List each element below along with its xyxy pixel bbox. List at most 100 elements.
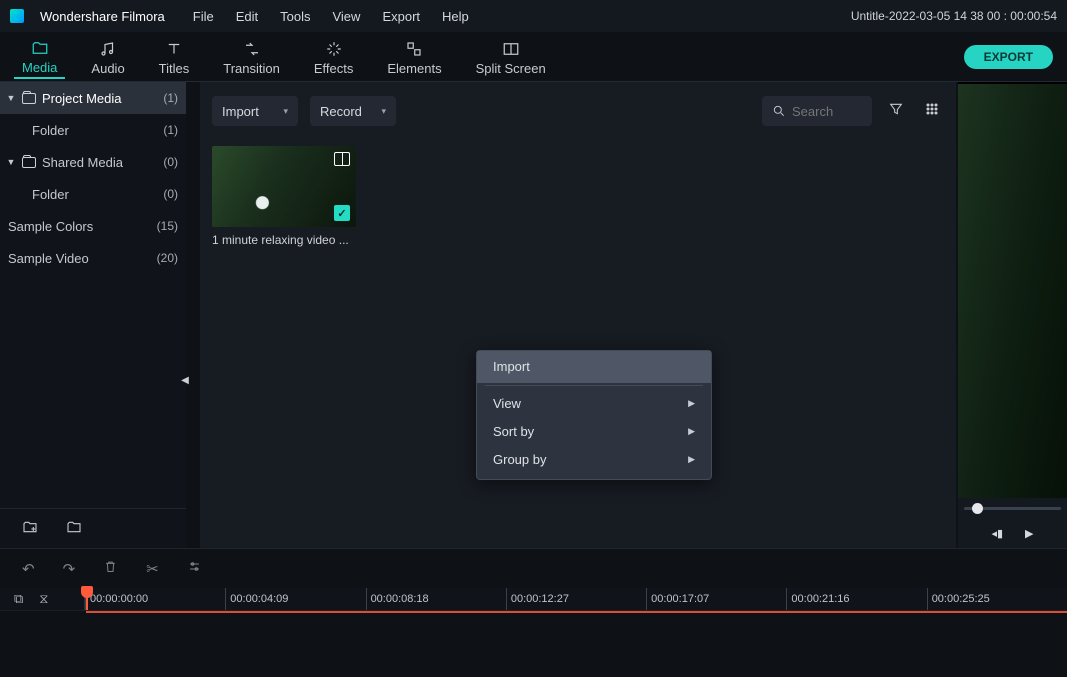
chevron-right-icon: ▶	[688, 398, 695, 409]
search-field[interactable]	[792, 104, 852, 119]
collapse-sidebar-handle[interactable]: ◀	[180, 360, 190, 400]
tab-titles[interactable]: Titles	[151, 36, 198, 78]
tab-audio-label: Audio	[91, 61, 124, 76]
sidebar-footer	[0, 508, 186, 548]
sidebar-item-folder[interactable]: Folder (0)	[0, 178, 186, 210]
redo-icon[interactable]: ↷	[63, 560, 76, 578]
tab-transition-label: Transition	[223, 61, 280, 76]
ctx-label: Group by	[493, 452, 546, 467]
chevron-right-icon: ▶	[688, 454, 695, 465]
record-dropdown[interactable]: Record ▾	[310, 96, 396, 126]
tool-tabs: Media Audio Titles Transition Effects El…	[0, 32, 1067, 82]
sidebar-item-count: (15)	[157, 219, 178, 233]
tab-elements-label: Elements	[387, 61, 441, 76]
record-label: Record	[320, 104, 362, 119]
sidebar-item-folder[interactable]: Folder (1)	[0, 114, 186, 146]
sidebar-item-label: Sample Colors	[8, 219, 93, 234]
context-menu: Import View ▶ Sort by ▶ Group by ▶	[476, 350, 712, 480]
slider-knob[interactable]	[972, 503, 983, 514]
add-track-icon[interactable]: ⧉	[14, 591, 23, 607]
sidebar-item-label: Folder	[32, 123, 69, 138]
add-folder-icon[interactable]	[22, 519, 38, 538]
sidebar-item-label: Folder	[32, 187, 69, 202]
adjust-icon[interactable]	[187, 559, 202, 578]
elements-icon	[405, 40, 423, 58]
sidebar-item-label: Project Media	[42, 91, 121, 106]
chevron-down-icon: ▾	[381, 106, 386, 117]
title-bar: Wondershare Filmora File Edit Tools View…	[0, 0, 1067, 32]
link-icon[interactable]: ⧖	[39, 591, 48, 607]
time-mark: 00:00:21:16	[786, 588, 926, 610]
splitscreen-icon	[502, 40, 520, 58]
app-logo	[10, 9, 24, 23]
video-badge-icon	[334, 152, 350, 166]
tab-effects[interactable]: Effects	[306, 36, 362, 78]
library-toolbar: Import▾ Record ▾	[200, 94, 956, 128]
document-title: Untitle-2022-03-05 14 38 00 : 00:00:54	[851, 9, 1057, 23]
ctx-import[interactable]: Import	[477, 351, 711, 383]
timeline-selection-bar	[86, 611, 1067, 613]
sidebar-item-count: (1)	[163, 91, 178, 105]
chevron-down-icon: ▼	[6, 157, 16, 167]
timeline-marks[interactable]: 00:00:00:00 00:00:04:09 00:00:08:18 00:0…	[85, 588, 1067, 610]
play-icon[interactable]: ▶	[1025, 527, 1033, 540]
grid-view-icon[interactable]	[920, 97, 944, 125]
sidebar-item-sample-video[interactable]: Sample Video (20)	[0, 242, 186, 274]
tab-transition[interactable]: Transition	[215, 36, 288, 78]
menu-help[interactable]: Help	[442, 9, 469, 24]
media-thumbnail[interactable]: ✓ 1 minute relaxing video ...	[212, 146, 356, 247]
ctx-groupby[interactable]: Group by ▶	[477, 445, 711, 473]
export-button[interactable]: EXPORT	[964, 45, 1053, 69]
undo-icon[interactable]: ↶	[22, 560, 35, 578]
time-mark: 00:00:08:18	[366, 588, 506, 610]
tab-splitscreen[interactable]: Split Screen	[468, 36, 554, 78]
menu-edit[interactable]: Edit	[236, 9, 258, 24]
prev-frame-icon[interactable]: ◂▮	[991, 527, 1003, 540]
folder-icon	[22, 93, 36, 104]
app-title: Wondershare Filmora	[40, 9, 165, 24]
preview-frame	[958, 84, 1067, 498]
timeline: ↶ ↷ ✂ ⧉ ⧖ 00:00:00:00 00:00:04:09 00:00:…	[0, 548, 1067, 675]
sidebar-item-count: (20)	[157, 251, 178, 265]
time-mark: 00:00:17:07	[646, 588, 786, 610]
sidebar-item-sample-colors[interactable]: Sample Colors (15)	[0, 210, 186, 242]
search-input[interactable]	[762, 96, 872, 126]
tab-audio[interactable]: Audio	[83, 36, 132, 78]
menu-view[interactable]: View	[332, 9, 360, 24]
thumbnail-name: 1 minute relaxing video ...	[212, 233, 356, 247]
menu-file[interactable]: File	[193, 9, 214, 24]
time-mark: 00:00:04:09	[225, 588, 365, 610]
preview-panel: ◂▮ ▶	[958, 82, 1067, 548]
sidebar-item-shared-media[interactable]: ▼ Shared Media (0)	[0, 146, 186, 178]
menu-export[interactable]: Export	[382, 9, 420, 24]
search-icon	[772, 104, 786, 118]
sidebar-item-count: (1)	[163, 123, 178, 137]
sidebar-item-project-media[interactable]: ▼ Project Media (1)	[0, 82, 186, 114]
ctx-label: Import	[493, 359, 530, 374]
music-icon	[99, 40, 117, 58]
ctx-view[interactable]: View ▶	[477, 389, 711, 417]
tab-splitscreen-label: Split Screen	[476, 61, 546, 76]
timeline-tools: ↶ ↷ ✂	[0, 548, 1067, 588]
timeline-tracks[interactable]	[0, 610, 1067, 675]
tab-effects-label: Effects	[314, 61, 354, 76]
folder-icon[interactable]	[66, 519, 82, 538]
tab-elements[interactable]: Elements	[379, 36, 449, 78]
timeline-ruler-controls: ⧉ ⧖	[0, 588, 85, 610]
preview-controls: ◂▮ ▶	[958, 518, 1067, 548]
library-content[interactable]: ✓ 1 minute relaxing video ...	[200, 128, 956, 265]
thumbnail-image: ✓	[212, 146, 356, 227]
tab-media-label: Media	[22, 60, 57, 75]
timeline-ruler[interactable]: ⧉ ⧖ 00:00:00:00 00:00:04:09 00:00:08:18 …	[0, 588, 1067, 610]
delete-icon[interactable]	[103, 559, 118, 578]
filter-icon[interactable]	[884, 97, 908, 125]
split-icon[interactable]: ✂	[146, 560, 159, 578]
preview-slider[interactable]	[958, 498, 1067, 518]
ctx-sortby[interactable]: Sort by ▶	[477, 417, 711, 445]
menu-tools[interactable]: Tools	[280, 9, 310, 24]
time-mark: 00:00:25:25	[927, 588, 1067, 610]
sidebar-item-count: (0)	[163, 155, 178, 169]
folder-icon	[31, 39, 49, 57]
tab-media[interactable]: Media	[14, 35, 65, 79]
import-dropdown[interactable]: Import▾	[212, 96, 298, 126]
